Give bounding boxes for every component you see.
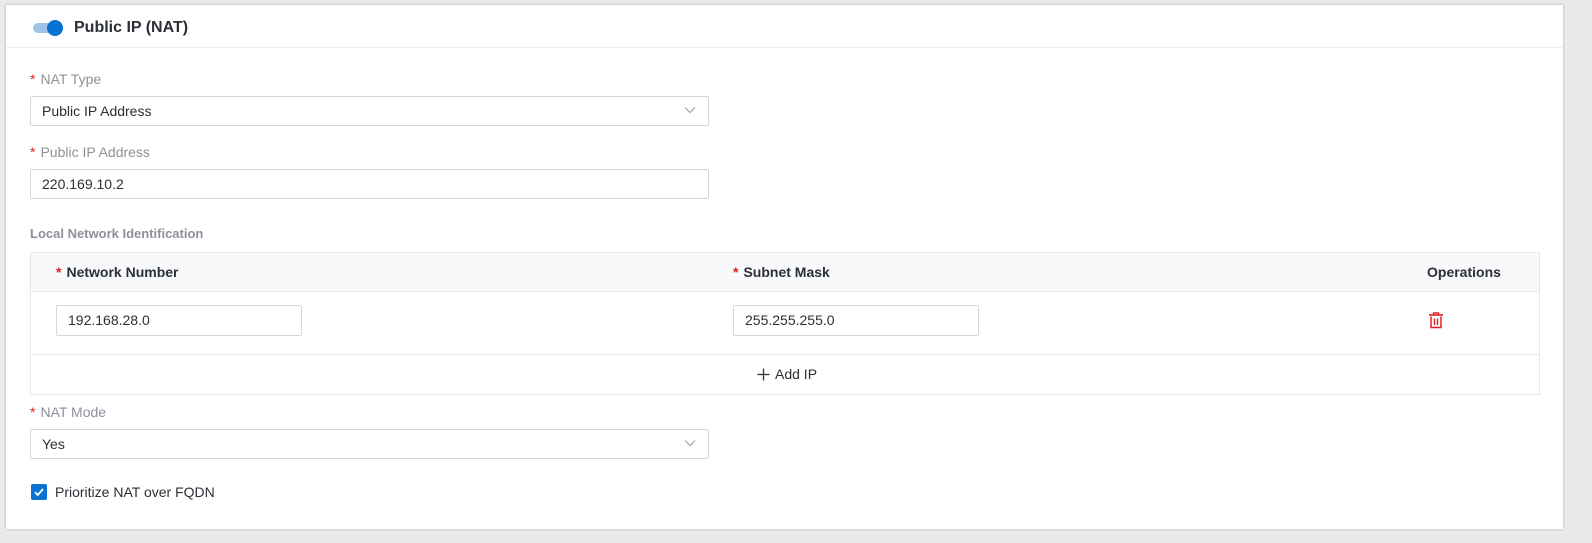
table-header: * Network Number * Subnet Mask Operations <box>31 253 1539 292</box>
table-row: 192.168.28.0 255.255.255.0 <box>31 291 1539 355</box>
network-number-input[interactable]: 192.168.28.0 <box>56 305 302 336</box>
subnet-mask-header: * Subnet Mask <box>733 264 830 280</box>
local-network-table: * Network Number * Subnet Mask Operations … <box>30 252 1540 395</box>
add-ip-button[interactable]: Add IP <box>757 366 817 382</box>
toggle-knob <box>47 20 63 36</box>
required-mark: * <box>30 71 36 87</box>
nat-type-select[interactable]: Public IP Address <box>30 96 709 126</box>
required-mark: * <box>733 264 739 280</box>
nat-type-label: * NAT Type <box>30 71 102 87</box>
nat-mode-select[interactable]: Yes <box>30 429 709 459</box>
public-ip-label: * Public IP Address <box>30 144 150 160</box>
public-ip-value: 220.169.10.2 <box>42 176 124 192</box>
required-mark: * <box>56 264 62 280</box>
nat-mode-value: Yes <box>42 436 65 452</box>
card-header: Public IP (NAT) <box>6 5 1563 48</box>
add-ip-label: Add IP <box>775 366 818 382</box>
checkmark-icon <box>34 488 44 497</box>
prioritize-nat-option: Prioritize NAT over FQDN <box>31 484 215 500</box>
nat-type-value: Public IP Address <box>42 103 152 119</box>
public-ip-nat-toggle[interactable] <box>33 20 63 36</box>
card-title: Public IP (NAT) <box>74 19 189 36</box>
chevron-down-icon <box>684 440 696 447</box>
nat-settings-card: Public IP (NAT) * NAT Type Public IP Addr… <box>6 5 1563 529</box>
trash-icon[interactable] <box>1428 312 1444 329</box>
operations-header: Operations <box>1427 264 1501 280</box>
required-mark: * <box>30 144 36 160</box>
public-ip-input[interactable]: 220.169.10.2 <box>30 169 709 199</box>
subnet-mask-input[interactable]: 255.255.255.0 <box>733 305 979 336</box>
required-mark: * <box>30 404 36 420</box>
chevron-down-icon <box>684 107 696 114</box>
plus-icon <box>757 368 770 380</box>
nat-mode-label: * NAT Mode <box>30 404 107 420</box>
prioritize-nat-label: Prioritize NAT over FQDN <box>55 484 215 500</box>
prioritize-nat-checkbox[interactable] <box>31 484 47 500</box>
network-number-header: * Network Number <box>56 264 179 280</box>
local-network-title: Local Network Identification <box>30 226 204 241</box>
